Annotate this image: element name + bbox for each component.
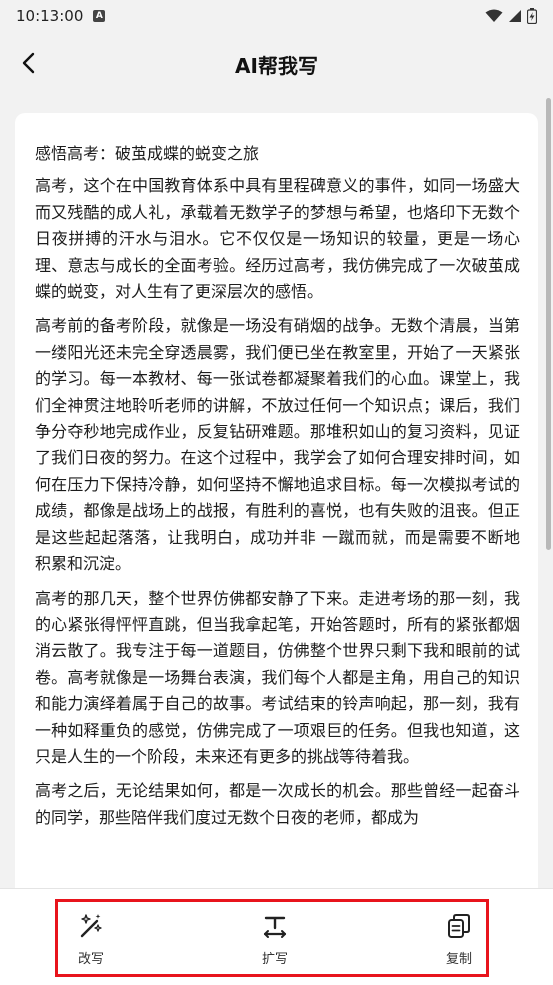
scrollbar[interactable] bbox=[546, 98, 551, 550]
expand-text-icon bbox=[261, 912, 289, 940]
magic-wand-icon bbox=[77, 912, 105, 940]
copy-icon bbox=[445, 912, 473, 940]
bottom-action-bar: 改写 扩写 复制 bbox=[0, 888, 553, 985]
signal-icon bbox=[509, 10, 521, 22]
wifi-icon bbox=[485, 9, 503, 22]
expand-button[interactable]: 扩写 bbox=[245, 912, 305, 967]
actions-highlight-box: 改写 扩写 复制 bbox=[55, 899, 489, 977]
app-header: AI帮我写 bbox=[0, 32, 553, 98]
status-bar: 10:13:00 A bbox=[0, 0, 553, 32]
essay-title: 感悟高考：破茧成蝶的蜕变之旅 bbox=[35, 144, 260, 163]
essay-paragraph: 高考，这个在中国教育体系中具有里程碑意义的事件，如同一场盛大而又残酷的成人礼，承… bbox=[35, 176, 520, 302]
status-time: 10:13:00 bbox=[16, 7, 84, 25]
rewrite-label: 改写 bbox=[77, 952, 104, 967]
essay-paragraph: 高考的那几天，整个世界仿佛都安静了下来。走进考场的那一刻，我的心紧张得怦怦直跳，… bbox=[35, 588, 520, 766]
copy-button[interactable]: 复制 bbox=[429, 912, 489, 967]
battery-icon bbox=[527, 8, 537, 24]
copy-label: 复制 bbox=[445, 952, 472, 967]
expand-label: 扩写 bbox=[261, 952, 288, 967]
page-title: AI帮我写 bbox=[235, 54, 318, 78]
rewrite-button[interactable]: 改写 bbox=[61, 912, 121, 967]
status-notification-icon: A bbox=[93, 10, 106, 22]
essay-card: 感悟高考：破茧成蝶的蜕变之旅 高考，这个在中国教育体系中具有里程碑意义的事件，如… bbox=[15, 113, 538, 913]
essay-paragraph: 高考前的备考阶段，就像是一场没有硝烟的战争。无数个清晨，当第一缕阳光还未完全穿透… bbox=[35, 316, 520, 574]
essay-paragraph: 高考之后，无论结果如何，都是一次成长的机会。那些曾经一起奋斗的同学，那些陪伴我们… bbox=[35, 781, 520, 827]
essay-content[interactable]: 感悟高考：破茧成蝶的蜕变之旅 高考，这个在中国教育体系中具有里程碑意义的事件，如… bbox=[15, 113, 538, 831]
